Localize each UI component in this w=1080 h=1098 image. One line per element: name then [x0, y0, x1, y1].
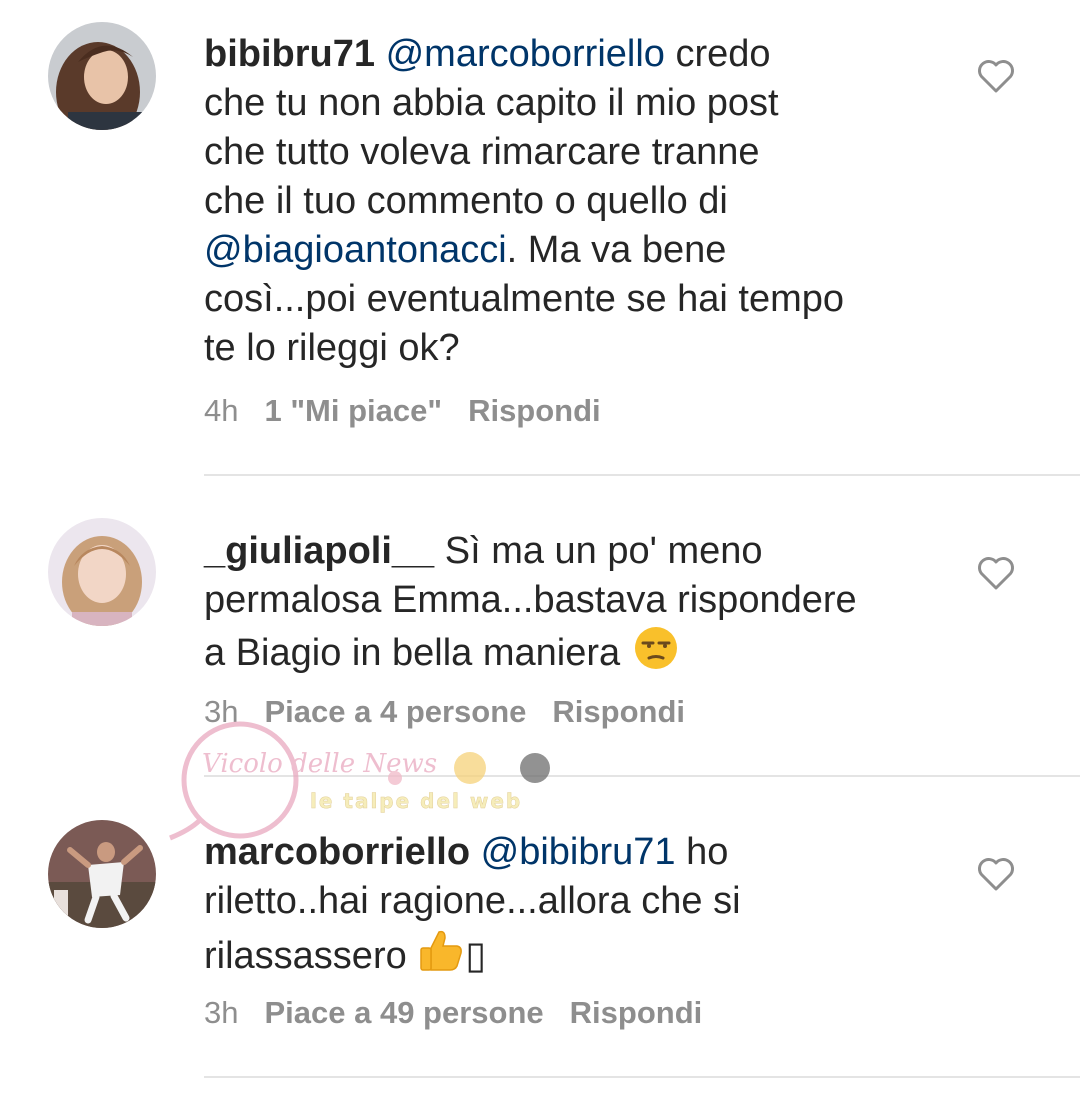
- avatar[interactable]: [48, 22, 156, 130]
- watermark-tagline: le talpe del web: [310, 789, 522, 813]
- divider: [204, 1076, 1080, 1078]
- unamused-face-icon: [634, 627, 677, 669]
- heart-outline-icon[interactable]: [976, 58, 1016, 94]
- comment-time: 3h: [204, 694, 239, 729]
- comment-mention[interactable]: @bibibru71: [481, 831, 676, 873]
- avatar-woman-dark-hair-icon: [48, 22, 156, 130]
- avatar[interactable]: [48, 518, 156, 626]
- comment-meta: 4h 1 "Mi piace" Rispondi: [204, 391, 627, 431]
- avatar-footballer-icon: [48, 820, 156, 928]
- comment-meta: 3h Piace a 49 persone Rispondi: [204, 993, 728, 1033]
- avatar-woman-blonde-icon: [48, 518, 156, 626]
- reply-button[interactable]: Rispondi: [552, 694, 685, 729]
- reply-button[interactable]: Rispondi: [468, 393, 601, 428]
- thumbs-up-icon: [420, 930, 463, 971]
- comment-text: _giuliapoli__ Sì ma un po' meno permalos…: [204, 527, 944, 678]
- unrendered-glyph: ▯: [465, 935, 487, 977]
- divider: [204, 474, 1080, 476]
- comment-likes[interactable]: Piace a 4 persone: [264, 694, 526, 729]
- comment-username[interactable]: bibibru71: [204, 33, 375, 75]
- comment-meta: 3h Piace a 4 persone Rispondi: [204, 692, 711, 732]
- comment-likes[interactable]: 1 "Mi piace": [264, 393, 442, 428]
- comment-time: 3h: [204, 995, 239, 1030]
- heart-outline-icon[interactable]: [976, 555, 1016, 591]
- comment-username[interactable]: marcoborriello: [204, 831, 470, 873]
- comment-username[interactable]: _giuliapoli__: [204, 530, 434, 572]
- comment-mention[interactable]: @marcoborriello: [386, 33, 665, 75]
- comment-mention[interactable]: @biagioantonacci: [204, 229, 507, 271]
- comment-time: 4h: [204, 393, 239, 428]
- divider: [204, 775, 1080, 777]
- comment-text: bibibru71 @marcoborriello credo che tu n…: [204, 30, 944, 373]
- heart-outline-icon[interactable]: [976, 856, 1016, 892]
- avatar[interactable]: [48, 820, 156, 928]
- comment-text: marcoborriello @bibibru71 ho riletto..ha…: [204, 828, 944, 981]
- reply-button[interactable]: Rispondi: [570, 995, 703, 1030]
- comment-likes[interactable]: Piace a 49 persone: [264, 995, 543, 1030]
